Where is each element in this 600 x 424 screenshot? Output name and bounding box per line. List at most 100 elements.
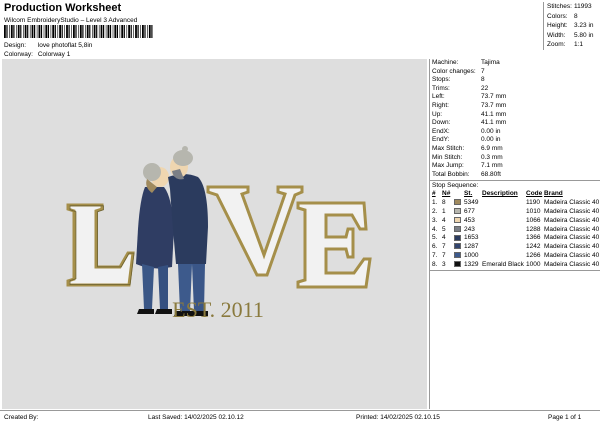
barcode-bar [17,25,20,38]
thread-code: 1000 [526,260,541,268]
barcode-bar [137,25,139,38]
color-swatch [454,225,464,234]
stop-index: 2. [432,208,438,215]
barcode-bar [123,25,125,38]
barcode-bar [4,25,6,38]
barcode-bar [109,25,112,38]
details-panel: Machine: Tajima Color changes: 7 Stops: 8 T… [429,59,600,409]
barcode-bar [79,25,82,38]
barcode-bar [85,25,86,38]
colorway-value: Colorway 1 [37,51,71,58]
detail-row: Machine: Tajima [432,59,500,66]
summary-row: Zoom: 1:1 [547,41,584,49]
barcode-bar [13,25,15,38]
barcode-bar [71,25,72,38]
barcode-bar [142,25,144,38]
barcode-bar [86,25,89,38]
barcode-bar [68,25,70,38]
color-swatch [454,207,464,216]
thread-code: 1266 [526,251,541,259]
thread-code: 1190 [526,199,540,207]
needle-number: 5 [442,225,446,233]
barcode [4,25,153,38]
summary-panel: Stitches: 11993 Colors: 8 Height: 3.23 in W… [543,2,600,50]
thread-brand: Madeira Classic 40 [544,199,600,207]
barcode-bar [133,25,134,38]
barcode-bar [75,25,77,38]
thread-description [482,216,526,225]
stop-index: 1. [432,199,438,207]
thread-brand: Madeira Classic 40 [544,260,600,268]
detail-row: Stops: 8 [432,76,485,84]
stop-sequence-title: Stop Sequence: [430,180,600,189]
stop-index: 7. [432,251,438,259]
barcode-bar [73,25,75,38]
thread-brand: Madeira Classic 40 [544,208,600,215]
stitch-count: 677 [464,208,475,215]
color-swatch [454,216,464,225]
letter-e [296,201,372,289]
needle-number: 3 [442,260,446,268]
summary-row: Colors: 8 [547,12,578,20]
color-swatch [454,251,464,260]
stop-index: 6. [432,243,438,251]
color-swatch [454,260,464,269]
barcode-bar [23,25,24,38]
color-swatch [454,242,464,251]
embroidery-artwork: EST. 2011 [66,146,372,322]
stop-index: 8. [432,260,438,268]
barcode-bar [20,25,22,38]
barcode-bar [119,25,121,38]
detail-row: Max Stitch: 6.9 mm [432,144,503,152]
detail-row: Total Bobbin: 68.80ft [432,170,501,178]
barcode-bar [31,25,34,38]
detail-row: Max Jump: 7.1 mm [432,162,503,170]
thread-brand: Madeira Classic 40 [544,251,600,259]
barcode-bar [52,25,55,38]
barcode-bar [43,25,45,38]
col-needle: N# [442,190,451,198]
printed-date: Printed: 14/02/2025 02.10.15 [356,414,440,421]
barcode-bar [112,25,114,38]
thread-description [482,225,526,234]
thread-brand: Madeira Classic 40 [544,243,600,251]
stop-row: 4. 5 243 1288 Madeira Classic 40 [432,225,600,234]
last-saved: Last Saved: 14/02/2025 02.10.12 [148,414,244,421]
thread-brand: Madeira Classic 40 [544,216,600,224]
stop-row: 7. 7 1000 1266 Madeira Classic 40 [432,251,600,260]
barcode-bar [92,25,93,38]
barcode-bar [36,25,38,38]
barcode-bar [38,25,41,38]
summary-row: Width: 5.80 in [547,31,594,39]
colorway-line: Colorway: Colorway 1 [4,51,70,58]
barcode-bar [45,25,48,38]
worksheet-title: Production Worksheet [4,2,122,14]
needle-number: 1 [442,208,446,215]
barcode-bar [148,25,151,38]
thread-color-swatch [454,199,461,206]
barcode-bar [116,25,118,38]
thread-code: 1242 [526,243,541,251]
design-preview: EST. 2011 [2,59,427,409]
col-stitches: St. [464,190,473,198]
col-swatch [454,189,464,198]
stitch-count: 1653 [464,234,479,242]
detail-row: EndY: 0.00 in [432,136,501,144]
barcode-bar [29,25,31,38]
summary-row: Height: 3.23 in [547,22,594,30]
stitch-count: 5349 [464,199,479,207]
stop-index: 3. [432,216,438,224]
thread-code: 1010 [526,208,541,215]
stitch-count: 453 [464,216,475,224]
thread-brand: Madeira Classic 40 [544,225,600,233]
barcode-bar [66,25,68,38]
barcode-bar [6,25,8,38]
divider [430,269,600,271]
barcode-bar [100,25,103,38]
thread-color-swatch [454,261,461,268]
color-swatch [454,234,464,243]
needle-number: 8 [442,199,446,207]
col-index: # [432,190,436,198]
stop-table-header: # N# St. Description Code Brand [432,189,600,198]
barcode-bar [96,25,98,38]
